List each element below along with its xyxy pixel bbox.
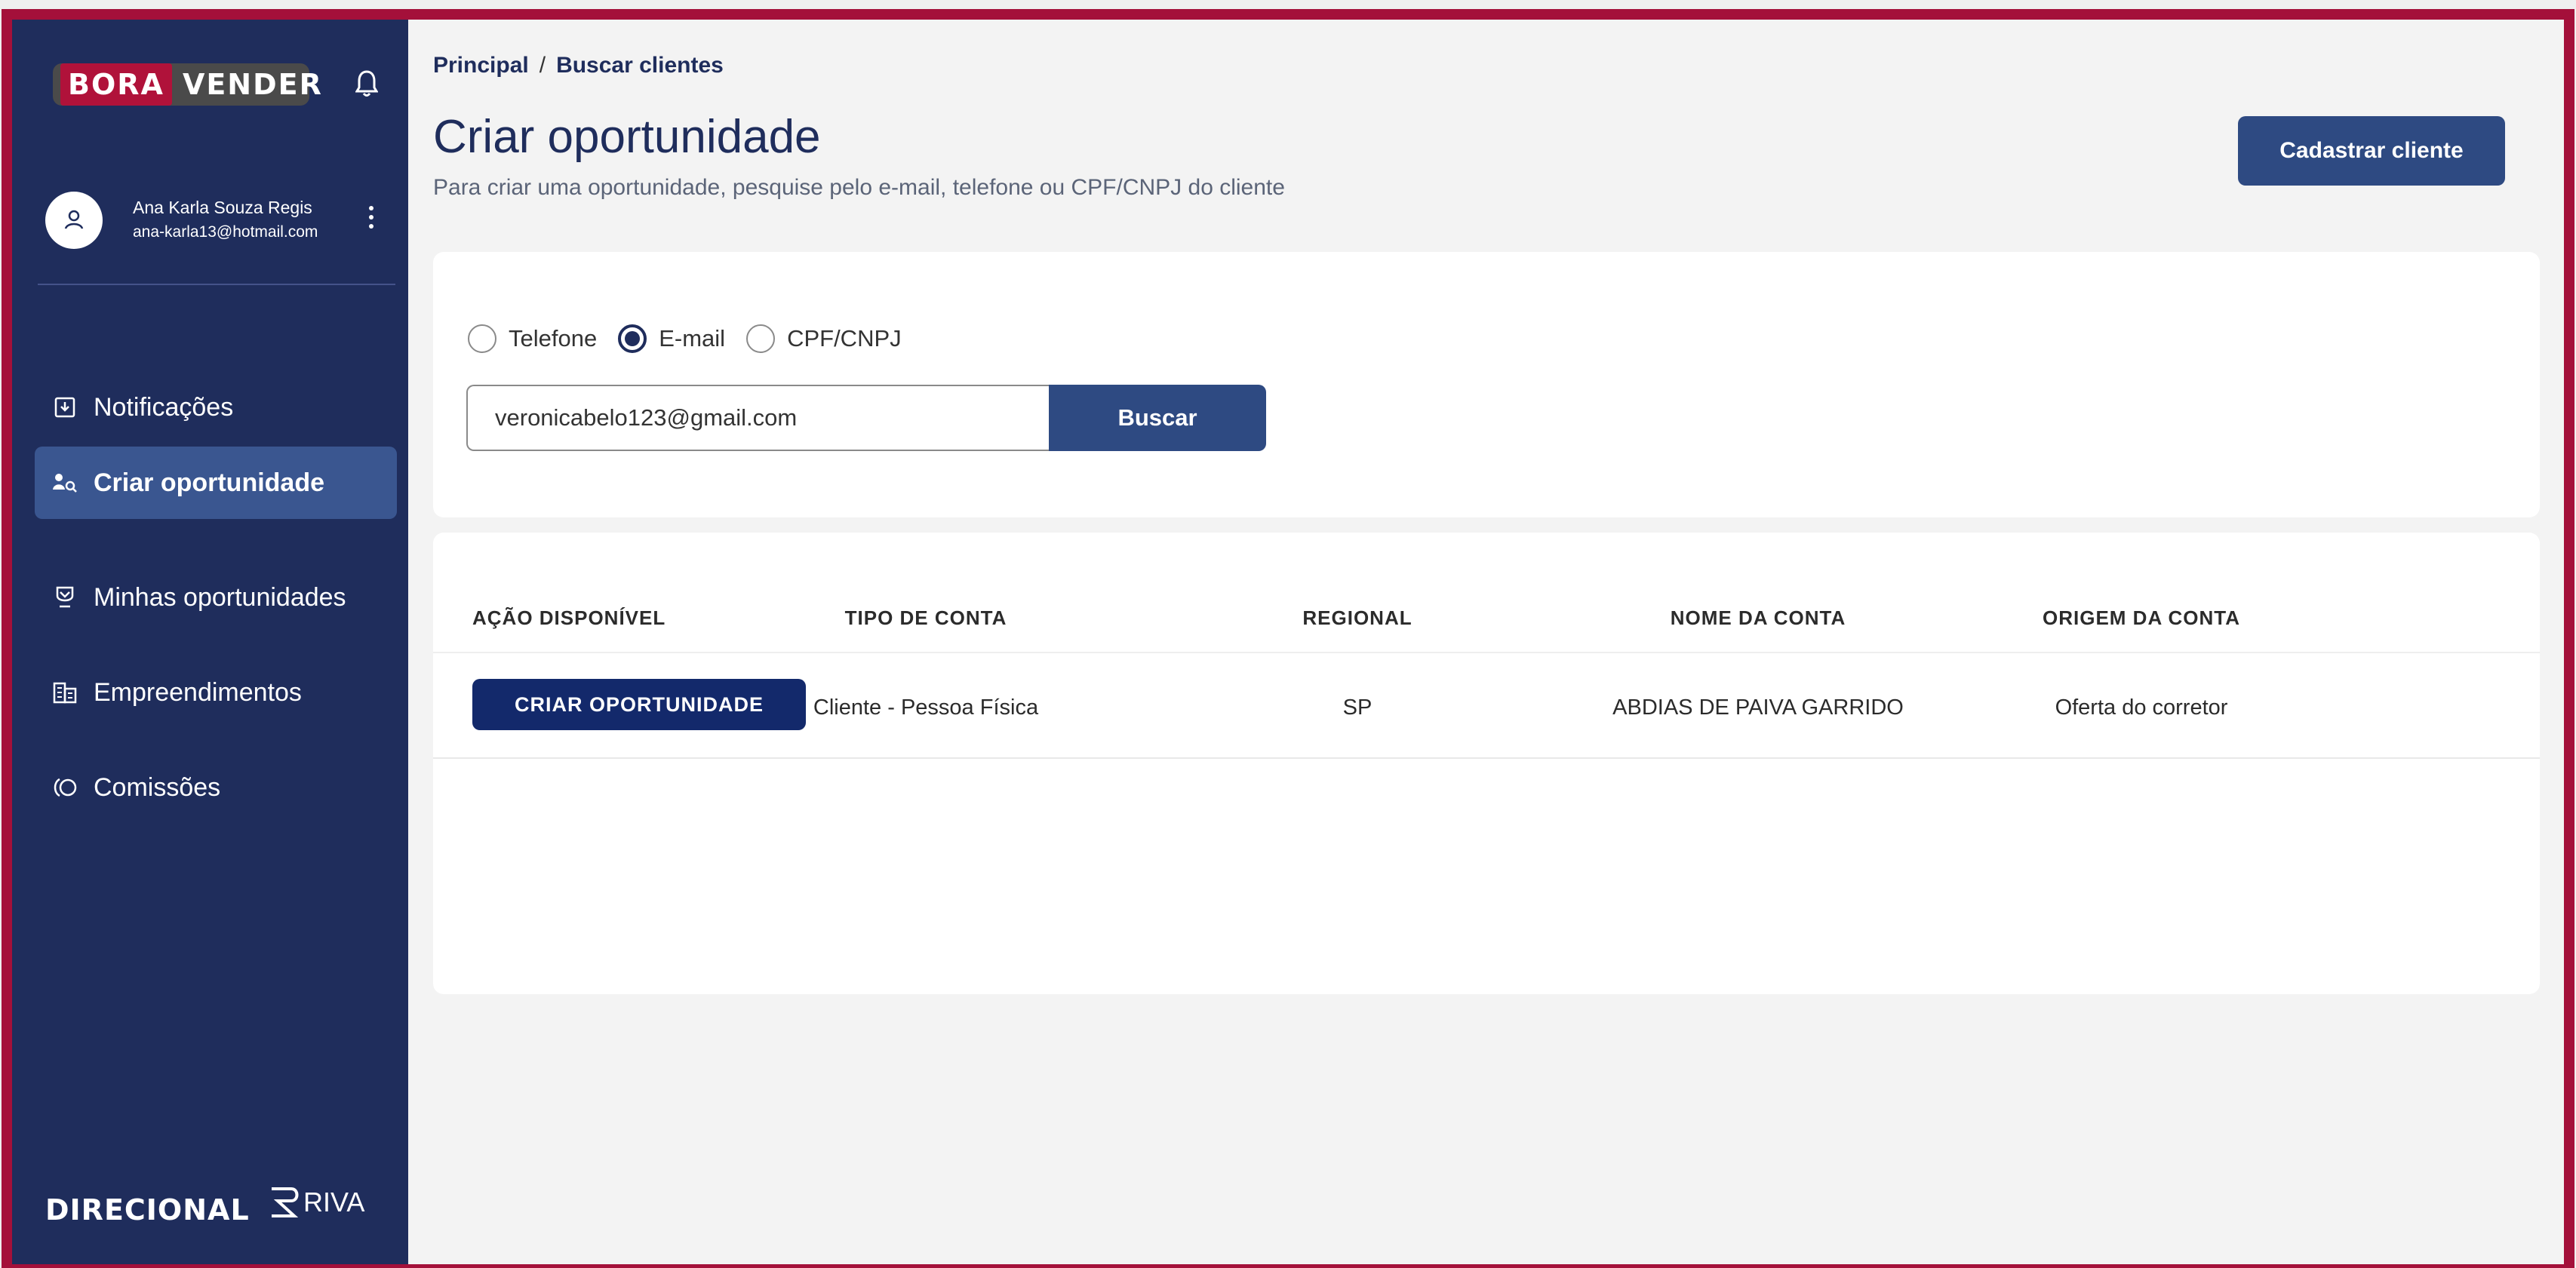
cell-origem-conta: Oferta do corretor xyxy=(2055,695,2228,720)
sidebar-item-minhas-oportunidades[interactable]: Minhas oportunidades xyxy=(35,561,397,634)
sidebar-item-label: Comissões xyxy=(94,772,221,802)
user-menu-icon[interactable] xyxy=(364,196,379,238)
breadcrumb-separator: / xyxy=(539,53,546,78)
bora-vender-logo[interactable]: BORA VENDER xyxy=(53,63,321,106)
cadastrar-cliente-button[interactable]: Cadastrar cliente xyxy=(2238,116,2505,186)
radio-option-telefone[interactable]: Telefone xyxy=(468,324,597,353)
breadcrumb-root-link[interactable]: Principal xyxy=(433,53,529,78)
award-icon xyxy=(51,584,78,611)
sidebar-item-label: Minhas oportunidades xyxy=(94,582,346,612)
radio-label-email: E-mail xyxy=(659,325,726,352)
user-email: ana-karla13@hotmail.com xyxy=(133,223,318,241)
radio-label-telefone: Telefone xyxy=(509,325,598,352)
page-title: Criar oportunidade xyxy=(433,111,821,163)
user-search-icon xyxy=(51,469,78,496)
radio-label-cpf-cnpj: CPF/CNPJ xyxy=(787,325,902,352)
sidebar-item-comissoes[interactable]: Comissões xyxy=(35,751,397,824)
sidebar-divider xyxy=(38,284,395,285)
sidebar-item-label: Notificações xyxy=(94,392,234,422)
riva-logo: RIVA xyxy=(269,1186,364,1219)
logo-part-vender: VENDER xyxy=(182,68,323,101)
building-icon xyxy=(51,679,78,706)
app-frame: BORA VENDER Ana Karla Souza Regis ana-ka… xyxy=(12,20,2564,1264)
column-header-origem: ORIGEM DA CONTA xyxy=(2043,606,2240,629)
search-type-radio-group: Telefone E-mail CPF/CNPJ xyxy=(468,324,923,353)
search-card: Telefone E-mail CPF/CNPJ Buscar xyxy=(433,252,2540,517)
radio-option-cpf-cnpj[interactable]: CPF/CNPJ xyxy=(746,324,902,353)
sidebar-item-label: Criar oportunidade xyxy=(94,468,325,497)
page-subtitle: Para criar uma oportunidade, pesquise pe… xyxy=(433,175,1285,200)
sidebar-item-label: Empreendimentos xyxy=(94,677,302,707)
radio-cpf-cnpj[interactable] xyxy=(746,324,776,353)
buscar-button[interactable]: Buscar xyxy=(1049,385,1266,451)
sidebar-item-notificacoes[interactable]: Notificações xyxy=(35,371,397,444)
radio-email[interactable] xyxy=(618,324,647,353)
sidebar-item-criar-oportunidade[interactable]: Criar oportunidade xyxy=(35,447,397,519)
radio-telefone[interactable] xyxy=(468,324,496,353)
commission-icon xyxy=(51,774,78,801)
radio-option-email[interactable]: E-mail xyxy=(618,324,725,353)
header-divider xyxy=(433,652,2540,653)
search-input[interactable] xyxy=(466,385,1049,451)
breadcrumb-current[interactable]: Buscar clientes xyxy=(556,53,724,78)
inbox-icon xyxy=(51,394,78,421)
user-name: Ana Karla Souza Regis xyxy=(133,198,312,217)
direcional-logo: DIRECIONAL xyxy=(45,1193,250,1227)
results-table: AÇÃO DISPONÍVEL TIPO DE CONTA REGIONAL N… xyxy=(433,533,2540,994)
bell-icon[interactable] xyxy=(350,65,383,103)
logo-part-bora: BORA xyxy=(60,63,172,106)
avatar[interactable] xyxy=(45,192,103,249)
riva-logo-text: RIVA xyxy=(303,1187,365,1217)
sidebar-item-empreendimentos[interactable]: Empreendimentos xyxy=(35,656,397,729)
row-divider xyxy=(433,757,2540,759)
breadcrumb: Principal / Buscar clientes xyxy=(433,53,724,78)
sidebar: BORA VENDER Ana Karla Souza Regis ana-ka… xyxy=(12,20,408,1264)
